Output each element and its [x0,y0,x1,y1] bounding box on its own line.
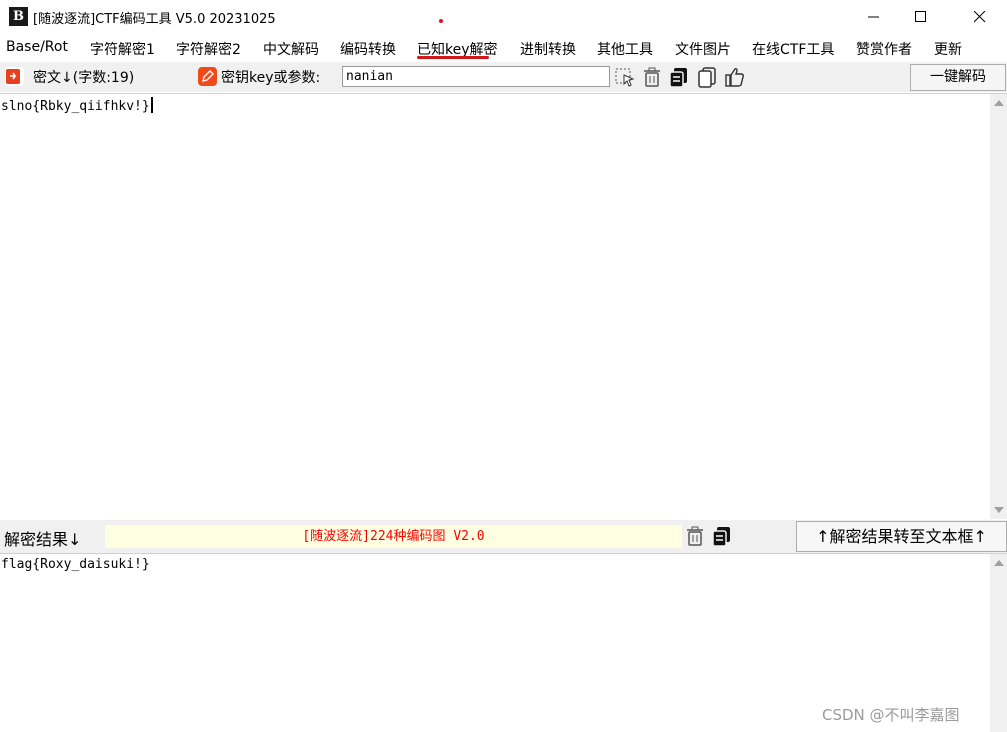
app-logo: B [9,7,28,26]
result-bar: 解密结果↓ [随波逐流]224种编码图 V2.0 ↑解密结果转至文本框↑ [0,520,1007,553]
encoding-chart-banner[interactable]: [随波逐流]224种编码图 V2.0 [105,525,682,548]
key-label: 密钥key或参数: [221,70,321,86]
paste-icon[interactable] [696,66,718,88]
menu-other-tools[interactable]: 其他工具 [597,39,653,59]
result-textarea[interactable]: flag{Roxy_daisuki!} CSDN @不叫李嘉图 [0,553,1007,732]
title-bar: B [随波逐流]CTF编码工具 V5.0 20231025 [0,0,1007,35]
thumbs-up-icon[interactable] [724,66,746,88]
trash-icon[interactable] [641,66,663,88]
menu-char-decrypt-2[interactable]: 字符解密2 [176,39,241,59]
red-dot-marker [439,19,443,23]
transfer-result-button[interactable]: ↑解密结果转至文本框↑ [796,521,1007,552]
close-button[interactable] [957,0,1003,35]
result-copy-icon[interactable] [711,525,733,547]
result-trash-icon[interactable] [684,525,706,547]
result-label: 解密结果↓ [4,530,82,549]
menu-base-rot[interactable]: Base/Rot [6,39,68,55]
menu-chinese-decode[interactable]: 中文解码 [263,39,319,59]
watermark: CSDN @不叫李嘉图 [822,706,960,724]
maximize-button[interactable] [898,0,944,35]
menu-bar: Base/Rot 字符解密1 字符解密2 中文解码 编码转换 已知key解密 进… [0,36,1007,60]
window-title: [随波逐流]CTF编码工具 V5.0 20231025 [33,12,276,27]
minimize-button[interactable] [851,0,897,35]
scroll-down-icon[interactable] [994,507,1004,513]
key-input[interactable]: nanian [342,66,610,87]
cipher-text: slno{Rbky_qiifhkv!} [1,97,153,114]
menu-encoding-convert[interactable]: 编码转换 [340,39,396,59]
result-scrollbar[interactable] [990,554,1007,732]
menu-file-image[interactable]: 文件图片 [675,39,731,59]
minimize-icon [868,16,879,18]
select-icon[interactable] [614,66,636,88]
decode-all-button[interactable]: 一键解码 [910,64,1006,91]
active-menu-underline [417,56,489,59]
result-text: flag{Roxy_daisuki!} [1,557,150,572]
menu-donate-author[interactable]: 赞赏作者 [856,39,912,59]
cipher-label: 密文↓(字数:19) [33,70,135,86]
close-icon [974,11,986,23]
menu-online-ctf-tools[interactable]: 在线CTF工具 [752,39,834,59]
import-icon[interactable] [5,67,24,86]
pen-icon[interactable] [198,67,217,86]
toolbar: 密文↓(字数:19) 密钥key或参数: nanian 一键解码 [0,62,1007,92]
cipher-textarea[interactable]: slno{Rbky_qiifhkv!} [0,93,1007,519]
result-scroll-up-icon[interactable] [994,560,1004,566]
menu-base-convert[interactable]: 进制转换 [520,39,576,59]
copy-icon[interactable] [668,66,690,88]
maximize-icon [915,11,926,22]
menu-update[interactable]: 更新 [934,39,962,59]
text-caret [150,97,153,113]
cipher-scrollbar[interactable] [990,94,1007,519]
menu-char-decrypt-1[interactable]: 字符解密1 [90,39,155,59]
scroll-up-icon[interactable] [994,100,1004,106]
